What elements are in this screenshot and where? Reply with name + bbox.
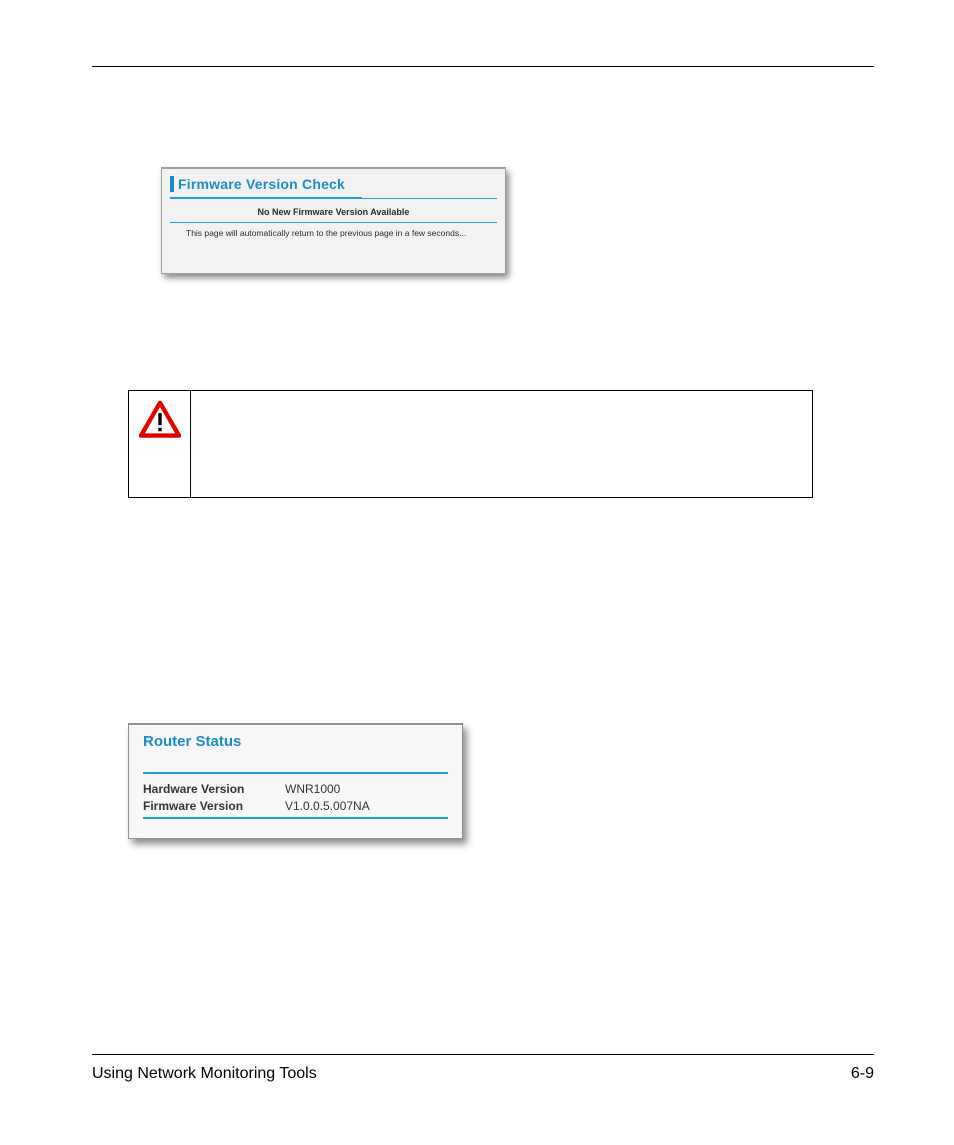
footer-section-title: Using Network Monitoring Tools [92, 1065, 317, 1083]
warning-box [128, 390, 813, 498]
warning-icon-cell [129, 391, 191, 497]
footer-rule [92, 1054, 874, 1055]
router-status-rule-bottom [143, 817, 448, 819]
table-row: Firmware Version V1.0.0.5.007NA [143, 799, 448, 813]
router-status-rule-top [143, 772, 448, 774]
page-footer: Using Network Monitoring Tools 6-9 [92, 1054, 874, 1083]
warning-body [191, 391, 812, 497]
firmware-version-value: V1.0.0.5.007NA [285, 799, 370, 813]
firmware-version-label: Firmware Version [143, 799, 285, 813]
firmware-title-row: Firmware Version Check [162, 169, 505, 195]
hardware-version-label: Hardware Version [143, 782, 285, 796]
firmware-version-check-panel: Firmware Version Check No New Firmware V… [161, 167, 506, 274]
footer-row: Using Network Monitoring Tools 6-9 [92, 1065, 874, 1083]
table-row: Hardware Version WNR1000 [143, 782, 448, 796]
footer-page-number: 6-9 [851, 1065, 874, 1083]
warning-icon [139, 401, 181, 497]
router-status-panel: Router Status Hardware Version WNR1000 F… [128, 723, 463, 839]
hardware-version-value: WNR1000 [285, 782, 340, 796]
router-status-title: Router Status [143, 733, 448, 750]
content-area: Firmware Version Check No New Firmware V… [92, 67, 874, 839]
firmware-status-text: No New Firmware Version Available [162, 199, 505, 222]
firmware-return-note: This page will automatically return to t… [162, 223, 505, 238]
page: Firmware Version Check No New Firmware V… [0, 0, 954, 1145]
firmware-check-title: Firmware Version Check [170, 176, 345, 192]
